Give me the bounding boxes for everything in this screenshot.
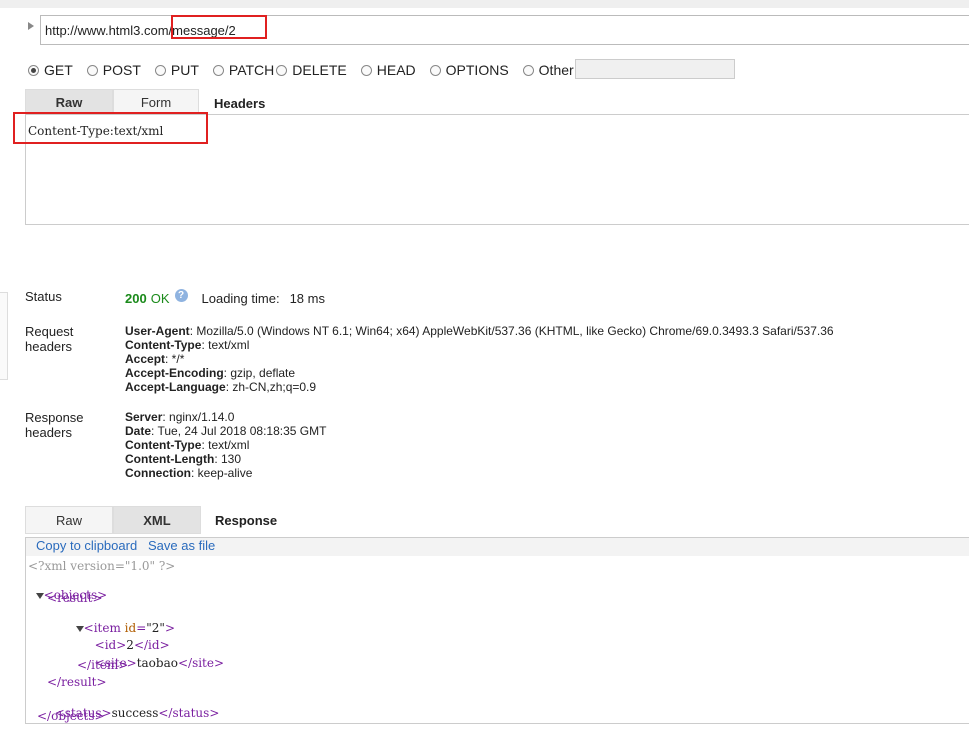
method-head[interactable]: HEAD <box>360 62 416 78</box>
side-handle[interactable] <box>0 292 8 380</box>
copy-to-clipboard-link[interactable]: Copy to clipboard <box>36 538 137 553</box>
header-row: Server: nginx/1.14.0 <box>125 410 235 424</box>
response-headers-list: Server: nginx/1.14.0 Date: Tue, 24 Jul 2… <box>125 410 326 480</box>
xml-objects-close: </objects> <box>37 709 105 723</box>
status-text: OK <box>150 291 170 306</box>
headers-title: Headers <box>214 96 266 111</box>
header-row: Connection: keep-alive <box>125 466 253 480</box>
collapse-triangle-icon[interactable] <box>35 593 44 599</box>
request-headers-list: User-Agent: Mozilla/5.0 (Windows NT 6.1;… <box>125 324 834 394</box>
top-bar <box>0 0 969 8</box>
method-patch[interactable]: PATCH <box>212 62 274 78</box>
radio-icon[interactable] <box>522 64 534 76</box>
header-row: Accept: */* <box>125 352 185 366</box>
loading-time-label: Loading time: <box>201 291 280 306</box>
method-post[interactable]: POST <box>86 62 141 78</box>
method-put[interactable]: PUT <box>154 62 199 78</box>
info-icon[interactable]: ? <box>174 289 188 302</box>
loading-time-value: 18 ms <box>289 291 325 306</box>
method-delete[interactable]: DELETE <box>276 62 347 78</box>
header-row: User-Agent: Mozilla/5.0 (Windows NT 6.1;… <box>125 324 834 338</box>
xml-result-close: </result> <box>47 675 107 689</box>
header-row: Accept-Encoding: gzip, deflate <box>125 366 296 380</box>
method-options[interactable]: OPTIONS <box>429 62 509 78</box>
status-label: Status <box>25 289 62 304</box>
radio-icon[interactable] <box>212 64 224 76</box>
method-get[interactable]: GET <box>28 62 73 78</box>
radio-icon[interactable] <box>86 64 98 76</box>
header-row: Content-Length: 130 <box>125 452 242 466</box>
radio-icon[interactable] <box>276 64 288 76</box>
radio-icon[interactable] <box>154 64 166 76</box>
header-row: Content-Type: text/xml <box>125 338 250 352</box>
save-as-file-link[interactable]: Save as file <box>148 538 215 553</box>
response-title: Response <box>215 513 278 528</box>
status-row: 200 OK ? Loading time: 18 ms <box>125 289 325 306</box>
radio-icon[interactable] <box>360 64 372 76</box>
radio-icon[interactable] <box>28 64 39 76</box>
xml-item-close: </item> <box>77 658 129 672</box>
other-method-input[interactable] <box>575 59 735 79</box>
radio-icon[interactable] <box>429 64 441 76</box>
header-row: Accept-Language: zh-CN,zh;q=0.9 <box>125 380 317 394</box>
header-row: Content-Type: text/xml <box>125 438 250 452</box>
collapse-triangle-icon[interactable] <box>75 626 84 632</box>
xml-declaration: <?xml version="1.0" ?> <box>28 559 176 573</box>
expand-arrow-icon[interactable] <box>28 22 34 30</box>
method-other[interactable]: Other <box>522 62 574 78</box>
xml-result-open: <result> <box>47 591 103 605</box>
tab-response-xml[interactable]: XML <box>113 506 201 534</box>
tab-response-raw[interactable]: Raw <box>25 506 113 534</box>
status-code: 200 <box>125 291 147 306</box>
response-headers-label: Response headers <box>25 410 84 440</box>
url-path-highlight <box>171 15 267 39</box>
request-headers-label: Request headers <box>25 324 74 354</box>
method-radio-group: GET POST PUT PATCH DELETE HEAD OPTIONS O… <box>28 60 588 80</box>
headers-highlight <box>13 112 208 144</box>
header-row: Date: Tue, 24 Jul 2018 08:18:35 GMT <box>125 424 327 438</box>
